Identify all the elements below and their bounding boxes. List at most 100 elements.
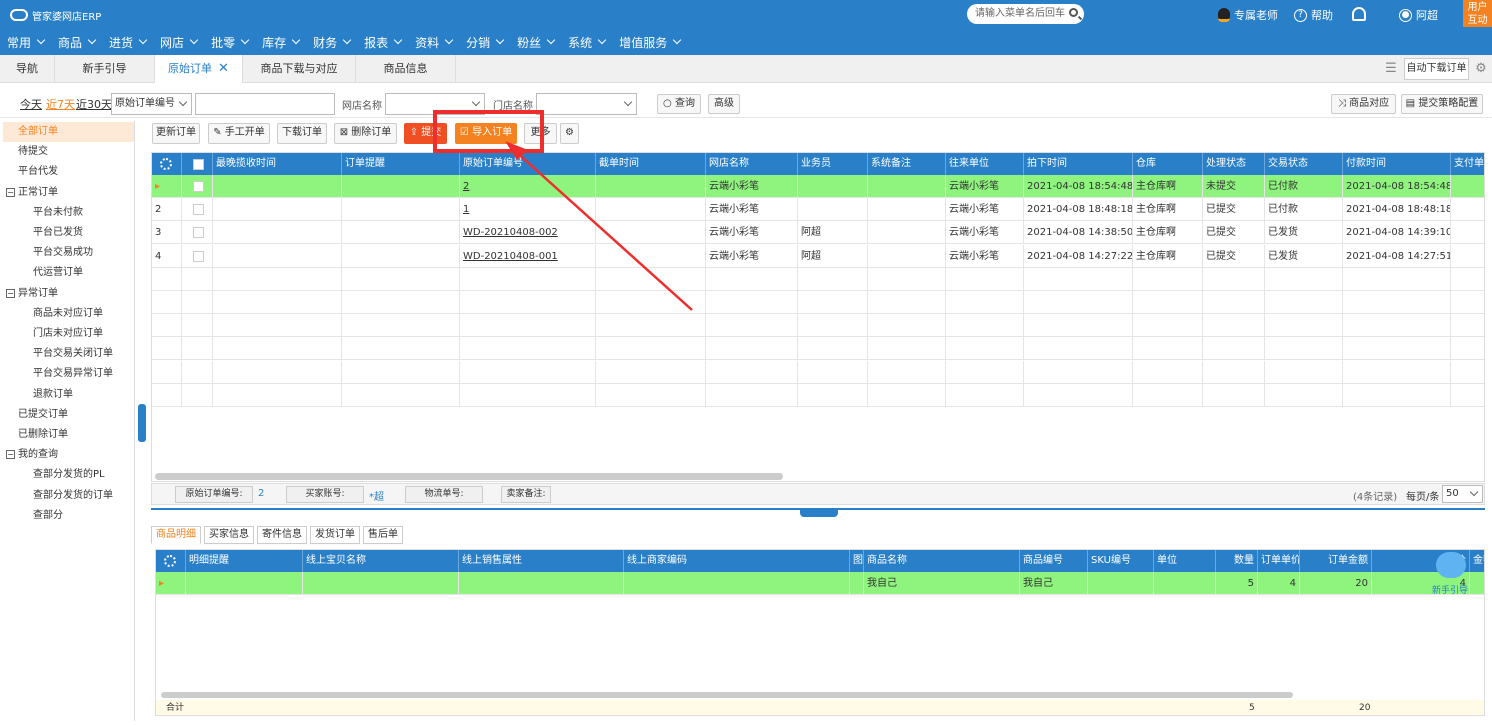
submit-policy-button[interactable]: ▤ 提交策略配置	[1401, 94, 1483, 114]
per-page-select[interactable]: 50	[1442, 485, 1483, 503]
sidebar-item[interactable]: 商品未对应订单	[3, 304, 134, 324]
column-header[interactable]: 最晚揽收时间	[213, 153, 342, 175]
detail-column-header[interactable]: 明细提醒	[186, 550, 303, 572]
column-header[interactable]: 往来单位	[946, 153, 1024, 175]
menu-item[interactable]: 增值服务	[612, 32, 687, 52]
cell-order-no[interactable]	[460, 383, 596, 406]
cell-order-no[interactable]	[460, 360, 596, 383]
sidebar-item[interactable]: 平台已发货	[3, 223, 134, 243]
close-icon[interactable]: ✕	[218, 61, 229, 76]
user-interact-button[interactable]: 用户 互动	[1463, 0, 1492, 27]
sidebar-item[interactable]: 代运营订单	[3, 263, 134, 283]
sidebar-item[interactable]: 查部分发货的PL	[3, 465, 134, 485]
sidebar-item[interactable]: 平台交易关闭订单	[3, 344, 134, 364]
row-checkbox[interactable]	[193, 204, 204, 216]
detail-settings-cell[interactable]	[156, 550, 186, 572]
column-header[interactable]: 截单时间	[596, 153, 706, 175]
menu-search-input[interactable]: 请输入菜单名后回车	[967, 4, 1084, 24]
toolbar-gear-icon[interactable]: ⚙	[560, 123, 579, 144]
tab-guide[interactable]: 新手引导	[55, 55, 155, 83]
cell-order-no[interactable]	[460, 267, 596, 290]
download-orders-button[interactable]: 下载订单	[277, 123, 327, 144]
sidebar-item[interactable]: 已提交订单	[3, 405, 134, 425]
detail-tab[interactable]: 售后单	[363, 526, 403, 544]
order-row[interactable]: 2 1 云端小彩笔 云端小彩笔 2021-04-08 18:48:18 主仓库啊 已提交 已付…	[152, 198, 1484, 222]
column-header[interactable]: 支付单号	[1451, 153, 1484, 175]
cell-order-no[interactable]: 2	[460, 175, 596, 197]
cell-order-no[interactable]: WD-20210408-001	[460, 244, 596, 267]
row-select-cell[interactable]	[182, 221, 213, 244]
detail-tab[interactable]: 买家信息	[204, 526, 254, 544]
sidebar-item[interactable]: 平台未付款	[3, 203, 134, 223]
menu-item[interactable]: 粉丝	[510, 32, 561, 52]
order-row[interactable]: ▸ 2 云端小彩笔 云端小彩笔 2021-04-08 18:54:48 主仓库啊 未提交 已付…	[152, 175, 1484, 198]
row-checkbox[interactable]	[193, 227, 204, 239]
auto-download-button[interactable]: 自动下载订单	[1404, 58, 1469, 80]
detail-column-header[interactable]: 订单单价	[1258, 550, 1300, 572]
gear-icon[interactable]	[160, 158, 172, 170]
sidebar-item[interactable]: 待提交	[3, 142, 134, 162]
menu-item[interactable]: 批零	[204, 32, 255, 52]
column-header[interactable]: 处理状态	[1203, 153, 1265, 175]
select-all-checkbox[interactable]	[193, 159, 204, 170]
detail-column-header[interactable]: 图片	[850, 550, 864, 572]
filter-last30[interactable]: 近30天	[76, 96, 112, 112]
detail-row[interactable]: ▸ 我自己 我自己 5 4 20 4	[156, 572, 1484, 595]
query-button[interactable]: ○ 查询	[657, 94, 701, 114]
sidebar-item[interactable]: 已删除订单	[3, 425, 134, 445]
sidebar-item[interactable]: 平台代发	[3, 162, 134, 182]
detail-tab[interactable]: 发货订单	[310, 526, 360, 544]
cell-order-no[interactable]	[460, 291, 596, 313]
row-checkbox[interactable]	[193, 250, 204, 262]
guide-mascot[interactable]: 新手引导	[1432, 550, 1470, 596]
sidebar-item[interactable]: 查部分发货的订单	[3, 486, 134, 506]
sidebar-item[interactable]: 门店未对应订单	[3, 324, 134, 344]
detail-column-header[interactable]: 商品编号	[1020, 550, 1088, 572]
tab-nav[interactable]: 导航	[0, 55, 55, 83]
sidebar-item[interactable]: − 异常订单	[3, 284, 134, 304]
gear-icon[interactable]	[164, 555, 176, 567]
filter-last7[interactable]: 近7天	[46, 96, 75, 112]
detail-column-header[interactable]: 金额	[1470, 550, 1484, 572]
notification-bell[interactable]	[1352, 7, 1366, 21]
menu-item[interactable]: 常用	[0, 32, 51, 52]
menu-item[interactable]: 进货	[102, 32, 153, 52]
row-checkbox[interactable]	[193, 181, 204, 192]
detail-column-header[interactable]: 线上销售属性	[459, 550, 624, 572]
column-header[interactable]: 仓库	[1133, 153, 1203, 175]
grid-settings-cell[interactable]	[152, 153, 182, 175]
detail-column-header[interactable]: SKU编号	[1088, 550, 1154, 572]
row-select-cell[interactable]	[182, 244, 213, 267]
column-header[interactable]: 系统备注	[868, 153, 946, 175]
delete-orders-button[interactable]: ⊠ 删除订单	[334, 123, 397, 144]
detail-column-header[interactable]: 数量	[1216, 550, 1258, 572]
sidebar-collapse-handle[interactable]	[138, 404, 146, 442]
tab-raw-orders[interactable]: 原始订单 ✕	[155, 55, 243, 83]
detail-column-header[interactable]: 单位	[1154, 550, 1216, 572]
list-icon[interactable]: ☰	[1383, 61, 1399, 77]
panel-toggle-handle[interactable]	[800, 508, 838, 517]
help-link[interactable]: ? 帮助	[1294, 7, 1333, 23]
cell-order-no[interactable]: 1	[460, 198, 596, 221]
detail-scrollbar[interactable]	[161, 692, 1293, 698]
menu-item[interactable]: 系统	[561, 32, 612, 52]
sidebar-item[interactable]: 平台交易成功	[3, 243, 134, 263]
column-header[interactable]: 网店名称	[706, 153, 798, 175]
menu-item[interactable]: 库存	[255, 32, 306, 52]
order-no-input[interactable]	[195, 93, 335, 115]
sidebar-item[interactable]: 查部分	[3, 506, 134, 526]
order-row[interactable]: 4 WD-20210408-001 云端小彩笔 阿超 云端小彩笔 2021-04-08 1…	[152, 244, 1484, 268]
column-header[interactable]: 交易状态	[1265, 153, 1343, 175]
row-select-cell[interactable]	[182, 198, 213, 221]
column-header[interactable]: 业务员	[798, 153, 868, 175]
horizontal-scrollbar[interactable]	[155, 473, 783, 480]
detail-column-header[interactable]: 线上宝贝名称	[303, 550, 459, 572]
detail-column-header[interactable]: 线上商家编码	[624, 550, 850, 572]
tab-product-info[interactable]: 商品信息	[356, 55, 456, 83]
sidebar-item[interactable]: 平台交易异常订单	[3, 364, 134, 384]
cell-order-no[interactable]: WD-20210408-002	[460, 221, 596, 244]
order-row[interactable]: 3 WD-20210408-002 云端小彩笔 阿超 云端小彩笔 2021-04-08 1…	[152, 221, 1484, 245]
detail-column-header[interactable]: 订单金额	[1300, 550, 1372, 572]
menu-item[interactable]: 资料	[408, 32, 459, 52]
advisor-link[interactable]: 专属老师	[1218, 7, 1278, 23]
